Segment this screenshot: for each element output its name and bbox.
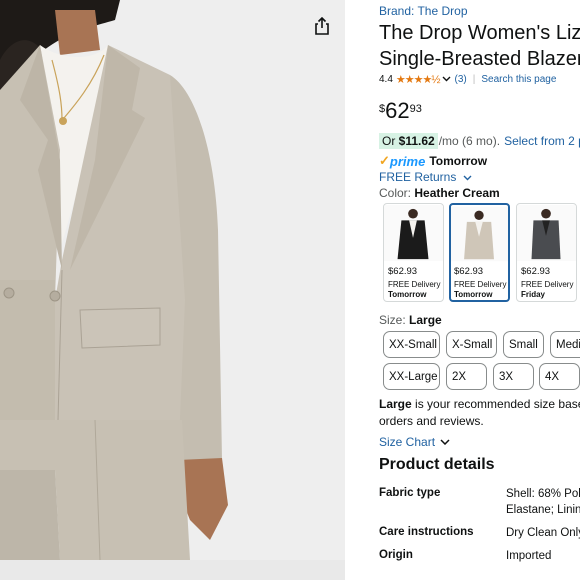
- detail-value-line: Elastane; Linin: [506, 504, 580, 516]
- detail-value-fabric: Shell: 68% Pol Elastane; Linin: [506, 486, 580, 518]
- swatch-delivery: FREE Delivery: [388, 280, 441, 289]
- monthly-chip: Or $11.62: [379, 133, 438, 149]
- free-returns-link[interactable]: FREE Returns: [379, 170, 472, 184]
- product-image[interactable]: [0, 0, 345, 580]
- monthly-prefix: Or: [382, 134, 399, 148]
- swatch-thumbnail: [384, 204, 443, 262]
- detail-value-care: Dry Clean Only: [506, 527, 580, 539]
- product-title-line-1: The Drop Women's Liza: [379, 22, 580, 44]
- star-rating-icon[interactable]: ★★★★½: [396, 73, 441, 86]
- swatch-thumbnail: [517, 204, 576, 262]
- swatch-delivery-day: Tomorrow: [454, 290, 493, 299]
- share-icon: [315, 17, 329, 35]
- review-count-link[interactable]: (3): [455, 74, 467, 85]
- size-option-medium[interactable]: Medi: [550, 331, 580, 358]
- size-option-x-small[interactable]: X-Small: [446, 331, 497, 358]
- color-label: Color: Heather Cream: [379, 186, 500, 200]
- size-label: Size: Large: [379, 313, 442, 327]
- select-plan-link[interactable]: Select from 2 pl: [504, 134, 580, 148]
- size-option-xx-large[interactable]: XX-Large: [383, 363, 440, 390]
- size-label-text: Size:: [379, 313, 406, 327]
- size-recommendation: Large is your recommended size based ord…: [379, 396, 580, 430]
- swatch-price: $62.93: [454, 266, 484, 277]
- price: $ 62 93: [379, 100, 422, 122]
- color-swatch-heather-cream[interactable]: $62.93 FREE Delivery Tomorrow: [449, 203, 510, 302]
- rating-row: 4.4 ★★★★½ (3) | Search this page: [379, 73, 556, 86]
- detail-key-fabric: Fabric type: [379, 487, 441, 499]
- share-button[interactable]: [308, 12, 336, 40]
- size-chart-label: Size Chart: [379, 435, 436, 449]
- prime-check-icon: ✓: [379, 153, 390, 168]
- recommendation-text-line-2: orders and reviews.: [379, 414, 484, 428]
- swatch-delivery-day: Friday: [521, 290, 546, 299]
- detail-key-origin: Origin: [379, 549, 413, 561]
- product-info: Brand: The Drop The Drop Women's Liza Si…: [379, 0, 580, 580]
- color-swatch-black[interactable]: $62.93 FREE Delivery Tomorrow: [383, 203, 444, 302]
- color-value: Heather Cream: [414, 186, 500, 200]
- detail-value-line: Shell: 68% Pol: [506, 488, 580, 500]
- size-option-3x[interactable]: 3X: [493, 363, 534, 390]
- divider: |: [472, 74, 476, 85]
- product-details-heading: Product details: [379, 456, 495, 473]
- detail-value-origin: Imported: [506, 550, 552, 562]
- size-chart-link[interactable]: Size Chart: [379, 435, 450, 449]
- chevron-down-icon[interactable]: [442, 74, 451, 85]
- size-option-4x[interactable]: 4X: [539, 363, 580, 390]
- monthly-payment: Or $11.62 /mo (6 mo). Select from 2 pl: [379, 133, 580, 149]
- swatch-price: $62.93: [388, 266, 418, 277]
- color-swatch-charcoal[interactable]: $62.93 FREE Delivery Friday: [516, 203, 577, 302]
- size-value: Large: [409, 313, 442, 327]
- color-label-text: Color:: [379, 186, 412, 200]
- detail-key-care: Care instructions: [379, 526, 474, 538]
- delivery-day: Tomorrow: [429, 154, 488, 168]
- price-whole: 62: [385, 98, 410, 123]
- swatch-thumbnail: [451, 206, 508, 262]
- prime-delivery: ✓ prime Tomorrow: [379, 153, 487, 169]
- free-returns-label: FREE Returns: [379, 170, 457, 184]
- size-option-xx-small[interactable]: XX-Small: [383, 331, 440, 358]
- product-title-line-2: Single-Breasted Blazer: [379, 48, 580, 70]
- size-option-small[interactable]: Small: [503, 331, 544, 358]
- swatch-delivery: FREE Delivery: [521, 280, 574, 289]
- chevron-down-icon: [440, 439, 450, 445]
- brand-link[interactable]: Brand: The Drop: [379, 4, 468, 18]
- rating-value: 4.4: [379, 74, 393, 85]
- monthly-amount: $11.62: [398, 134, 435, 148]
- size-option-2x[interactable]: 2X: [446, 363, 487, 390]
- recommendation-text: is your recommended size based: [411, 397, 580, 411]
- blazer-photo: [0, 0, 345, 580]
- swatch-delivery: FREE Delivery: [454, 280, 507, 289]
- chevron-down-icon: [463, 175, 472, 181]
- price-fraction: 93: [409, 103, 422, 115]
- prime-logo: prime: [389, 153, 426, 169]
- monthly-terms: /mo (6 mo).: [438, 134, 501, 148]
- swatch-price: $62.93: [521, 266, 551, 277]
- search-this-page-link[interactable]: Search this page: [481, 74, 556, 85]
- swatch-delivery-day: Tomorrow: [388, 290, 427, 299]
- recommended-size: Large: [379, 397, 412, 411]
